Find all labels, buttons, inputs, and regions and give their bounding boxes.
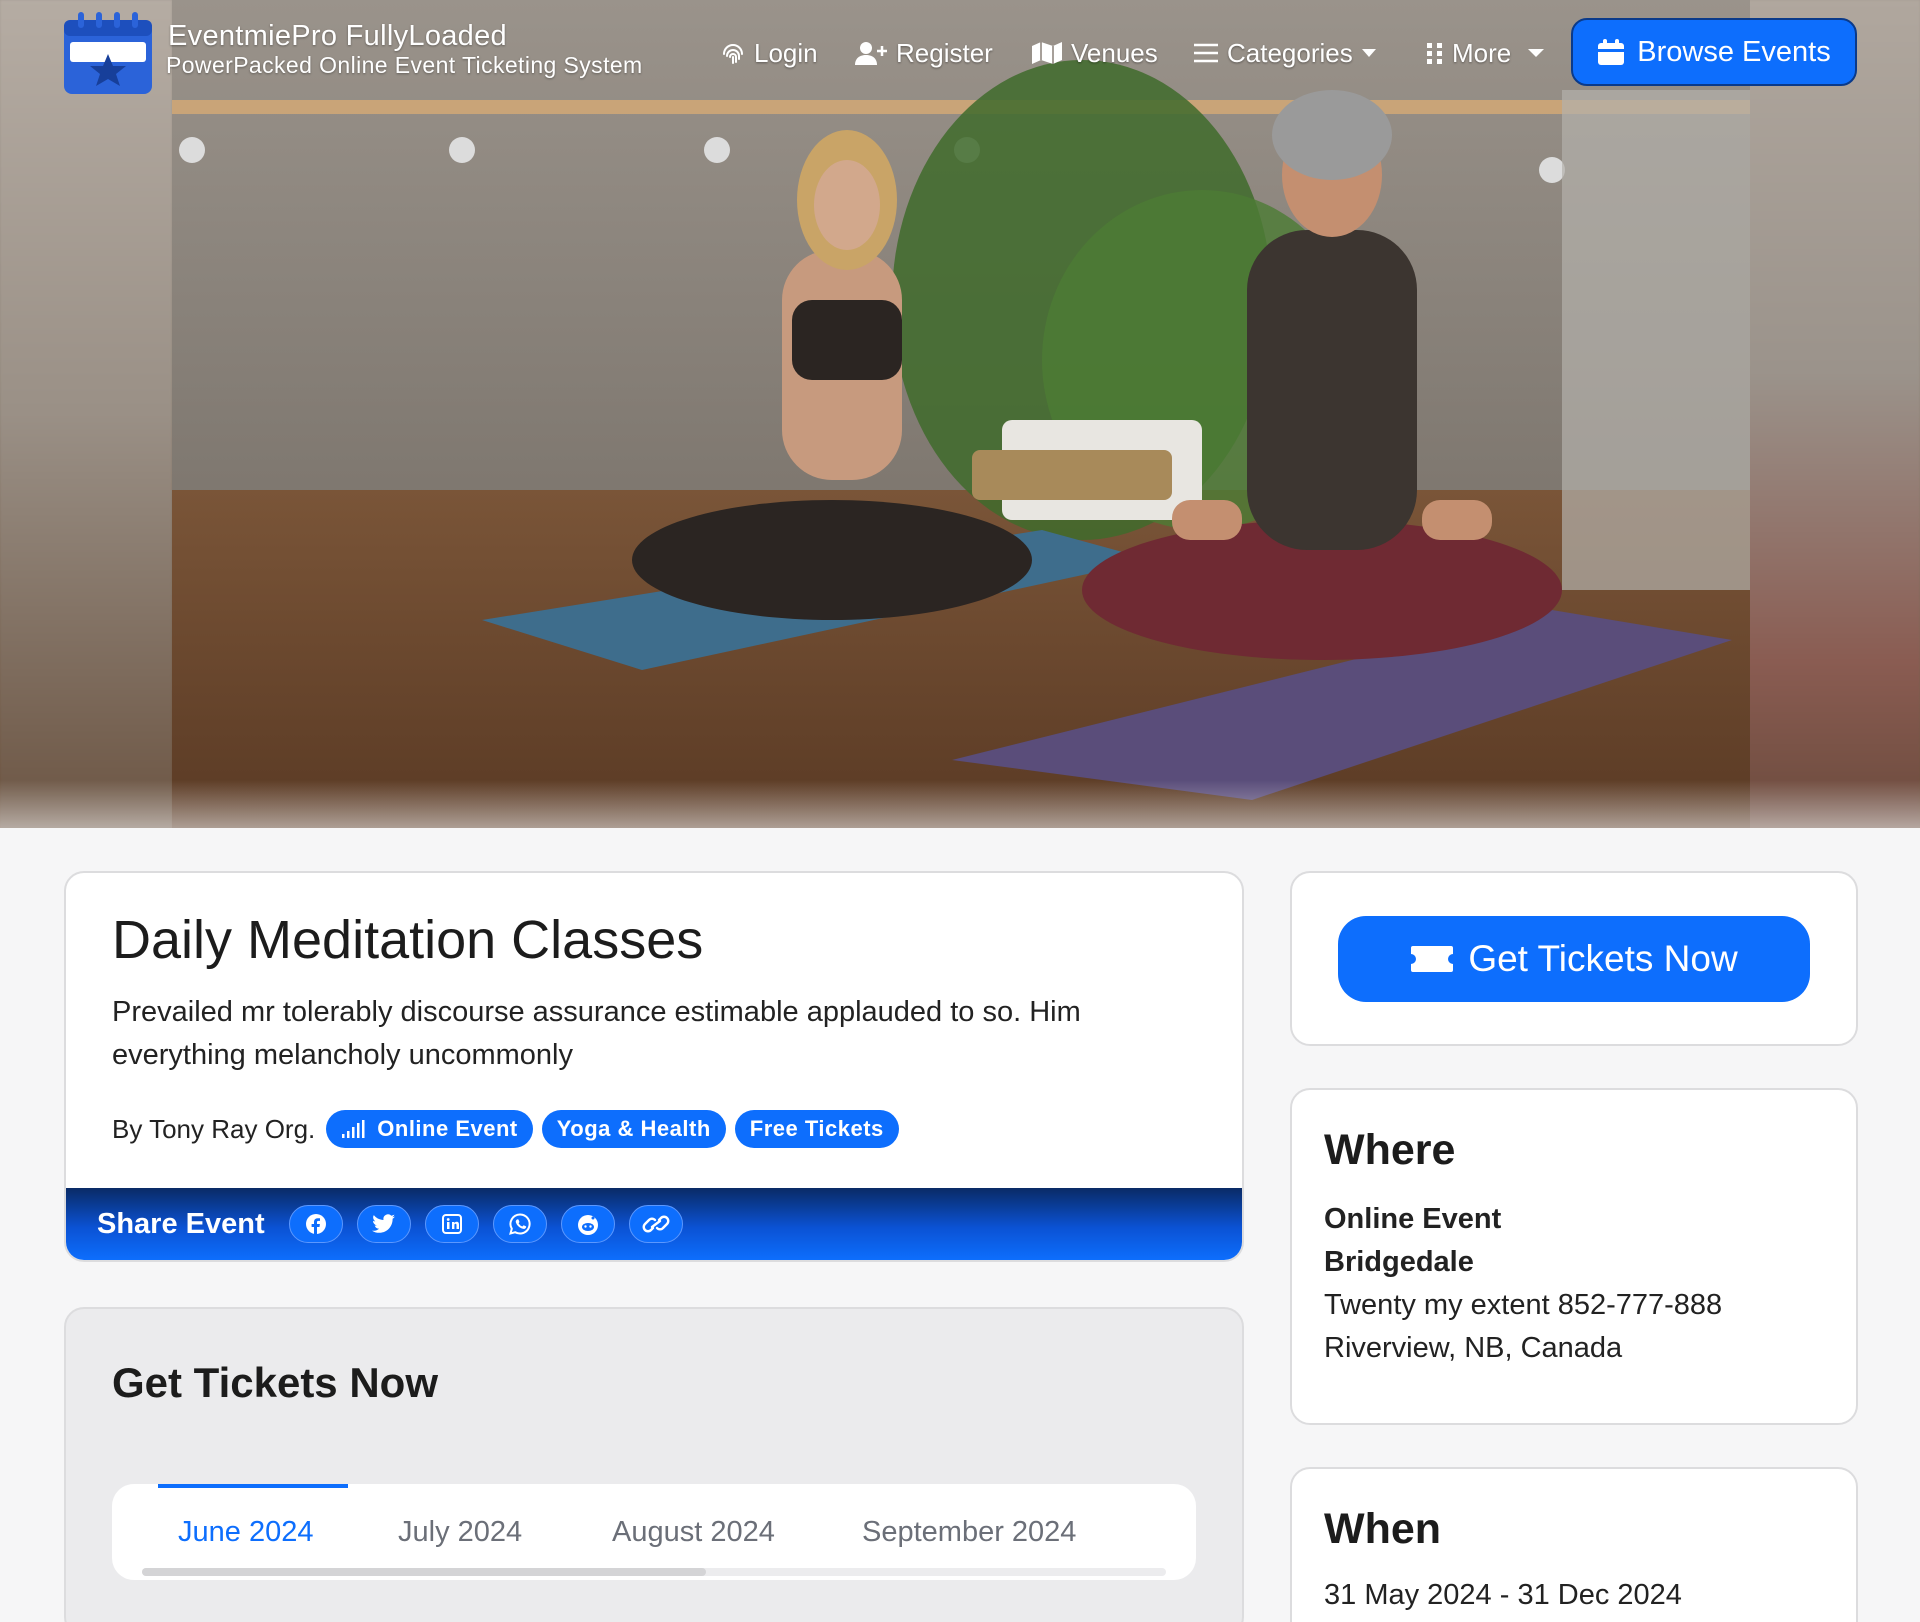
tab-august-2024[interactable]: August 2024 [612,1484,775,1580]
twitter-icon [371,1214,395,1233]
reddit-icon [577,1215,598,1235]
nav-login-label: Login [754,37,818,68]
whatsapp-icon [508,1213,531,1235]
map-icon [1032,42,1062,64]
share-whatsapp-button[interactable] [492,1205,547,1243]
get-tickets-button-label: Get Tickets Now [1468,938,1738,979]
caret-down-icon [1528,49,1545,57]
share-facebook-button[interactable] [288,1205,343,1243]
sidebar-tickets-card: Get Tickets Now [1290,871,1858,1046]
nav-categories[interactable]: Categories [1193,36,1377,70]
signal-bars-icon [342,1120,365,1138]
calendar-icon [1598,39,1625,65]
when-heading: When [1324,1505,1442,1553]
nav-register[interactable]: Register [854,36,993,70]
hero-backdrop-right [1748,0,1920,828]
tab-june-2024[interactable]: June 2024 [178,1484,313,1580]
venue-address: Twenty my extent 852-777-888 [1324,1289,1723,1321]
linkedin-icon [441,1214,462,1234]
link-icon [642,1215,670,1233]
nav-venues-label: Venues [1071,37,1158,68]
facebook-icon [305,1214,326,1234]
share-event-label: Share Event [97,1207,265,1240]
nav-more-label: More [1452,37,1512,68]
event-organizer[interactable]: By Tony Ray Org. [112,1114,315,1145]
month-tabs: June 2024 July 2024 August 2024 Septembe… [112,1484,1196,1580]
badge-free-tickets[interactable]: Free Tickets [734,1110,899,1148]
event-title: Daily Meditation Classes [112,910,704,970]
nav-categories-label: Categories [1227,37,1353,68]
badge-free-tickets-label: Free Tickets [749,1116,884,1141]
fingerprint-icon [723,44,743,64]
browse-events-button[interactable]: Browse Events [1571,18,1857,86]
hero-fade [0,780,1920,828]
where-details: Online Event Bridgedale Twenty my extent… [1324,1198,1722,1370]
user-plus-icon [855,42,887,65]
share-copy-link-button[interactable] [628,1205,683,1243]
nav-venues[interactable]: Venues [1031,36,1158,70]
event-date-range: 31 May 2024 - 31 Dec 2024 [1324,1579,1682,1611]
hero-banner [0,0,1920,828]
where-card: Where Online Event Bridgedale Twenty my … [1290,1088,1858,1425]
get-tickets-button[interactable]: Get Tickets Now [1338,916,1810,1002]
tabs-scrollbar-thumb[interactable] [142,1568,706,1576]
nav-more[interactable]: More [1426,36,1545,70]
event-meta-row: By Tony Ray Org. Online Event Yoga & Hea… [112,1110,899,1148]
caret-down-icon [1361,49,1376,57]
browse-events-label: Browse Events [1637,35,1831,68]
tab-september-2024[interactable]: September 2024 [862,1484,1076,1580]
hero-backdrop-left [0,0,172,828]
share-reddit-button[interactable] [560,1205,615,1243]
tabs-scrollbar[interactable] [142,1568,1166,1576]
brand-title[interactable]: EventmiePro FullyLoaded [168,20,507,53]
nav-login[interactable]: Login [720,36,818,70]
grip-icon [1427,43,1442,64]
list-icon [1194,43,1218,63]
badge-category[interactable]: Yoga & Health [541,1110,726,1148]
top-navbar: EventmiePro FullyLoaded PowerPacked Onli… [0,0,1920,106]
tab-july-2024[interactable]: July 2024 [398,1484,522,1580]
ticket-icon [1411,946,1454,972]
venue-city: Riverview, NB, Canada [1324,1332,1623,1364]
brand-subtitle: PowerPacked Online Event Ticketing Syste… [166,52,643,78]
where-heading: Where [1324,1126,1456,1174]
when-card: When 31 May 2024 - 31 Dec 2024 [1290,1467,1858,1622]
badge-online-event[interactable]: Online Event [326,1110,533,1148]
tickets-section-title: Get Tickets Now [112,1359,438,1406]
badge-online-event-label: Online Event [377,1116,518,1141]
event-description: Prevailed mr tolerably discourse assuran… [112,996,1081,1071]
tickets-section: Get Tickets Now June 2024 July 2024 Augu… [64,1307,1244,1622]
share-event-bar: Share Event [66,1188,1242,1260]
venue-name[interactable]: Bridgedale [1324,1241,1722,1284]
share-linkedin-button[interactable] [424,1205,479,1243]
badge-category-label: Yoga & Health [556,1116,711,1141]
brand-logo-icon[interactable] [62,10,154,96]
venue-type: Online Event [1324,1203,1502,1235]
nav-register-label: Register [896,37,993,68]
event-info-card: Daily Meditation Classes Prevailed mr to… [64,871,1244,1262]
share-twitter-button[interactable] [356,1205,411,1243]
event-cover-image [172,0,1750,828]
